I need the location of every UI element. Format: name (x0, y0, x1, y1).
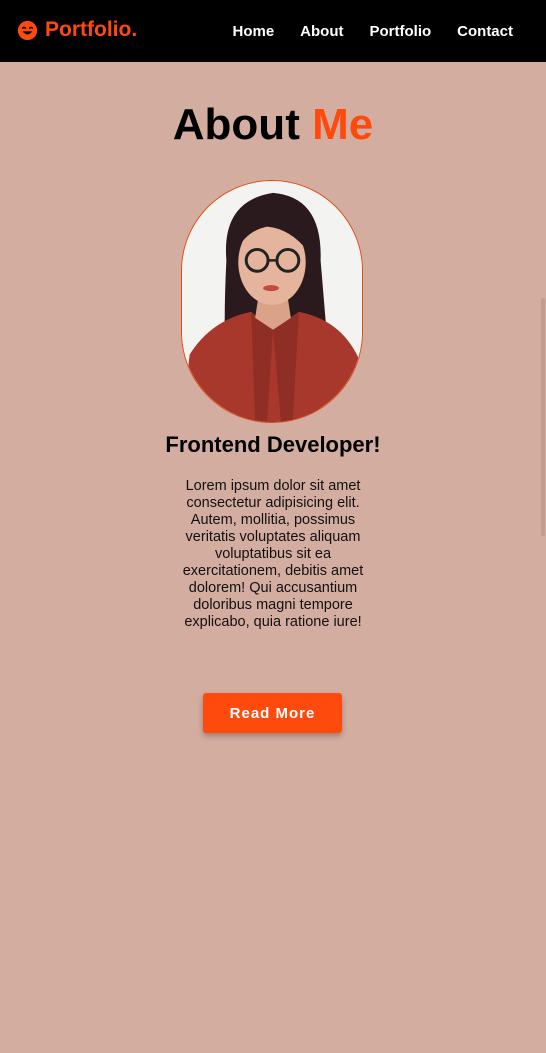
logo[interactable]: Portfolio. (17, 18, 137, 42)
smile-icon (17, 20, 38, 40)
page-title-accent: Me (312, 100, 374, 149)
logo-text: Portfolio. (45, 18, 138, 41)
about-description: Lorem ipsum dolor sit amet consectetur a… (182, 478, 364, 630)
main-nav: Home About Portfolio Contact (232, 23, 513, 40)
nav-about[interactable]: About (300, 23, 343, 40)
site-header: Portfolio. Home About Portfolio Contact (0, 0, 546, 62)
profile-photo (181, 180, 363, 423)
nav-home[interactable]: Home (232, 23, 274, 40)
nav-portfolio[interactable]: Portfolio (370, 23, 432, 40)
page-title: About Me (0, 100, 546, 150)
page-title-main: About (172, 100, 300, 149)
role-title: Frontend Developer! (165, 432, 381, 457)
scrollbar-thumb[interactable] (541, 298, 545, 536)
read-more-button[interactable]: Read More (203, 693, 342, 733)
nav-contact[interactable]: Contact (457, 23, 513, 40)
